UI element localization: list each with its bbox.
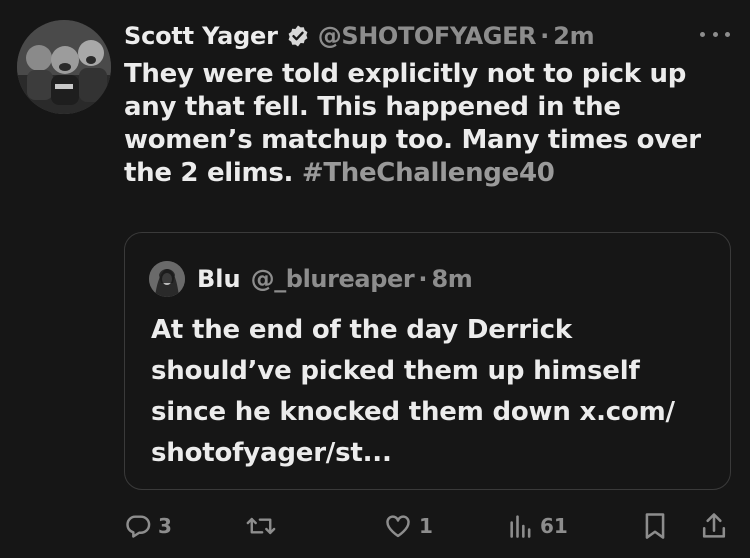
author-handle[interactable]: @SHOTOFYAGER xyxy=(318,22,537,50)
action-bar: 3 1 61 xyxy=(124,506,734,546)
hashtag-link[interactable]: #TheChallenge40 xyxy=(302,158,555,188)
bookmark-button[interactable] xyxy=(642,506,668,546)
reply-count: 3 xyxy=(158,514,172,538)
verified-badge-icon xyxy=(286,24,310,48)
retweet-button[interactable] xyxy=(246,506,282,546)
tweet-time[interactable]: 2m xyxy=(553,22,594,50)
reply-button[interactable]: 3 xyxy=(124,506,172,546)
quoted-author-name: Blu xyxy=(197,265,241,293)
more-icon[interactable] xyxy=(700,24,730,44)
views-icon xyxy=(508,512,534,540)
quoted-separator-dot: · xyxy=(418,265,428,293)
retweet-icon xyxy=(246,512,276,540)
views-count: 61 xyxy=(540,514,568,538)
bookmark-icon xyxy=(642,511,668,541)
quoted-author-avatar xyxy=(149,261,185,297)
quoted-tweet[interactable]: Blu @_blureaper · 8m At the end of the d… xyxy=(124,232,731,490)
quoted-tweet-text: At the end of the day Derrick should’ve … xyxy=(151,315,675,468)
separator-dot: · xyxy=(540,22,550,50)
quoted-author-handle: @_blureaper xyxy=(250,265,415,293)
quoted-tweet-header: Blu @_blureaper · 8m xyxy=(149,261,473,297)
author-name[interactable]: Scott Yager xyxy=(124,22,278,50)
quoted-tweet-time: 8m xyxy=(431,265,473,293)
reply-icon xyxy=(124,512,152,540)
heart-icon xyxy=(383,512,413,540)
avatar-image xyxy=(17,20,111,114)
tweet[interactable]: Scott Yager @SHOTOFYAGER · 2m They were … xyxy=(0,0,750,558)
views-button[interactable]: 61 xyxy=(508,506,568,546)
like-count: 1 xyxy=(419,514,433,538)
author-avatar[interactable] xyxy=(17,20,111,114)
share-button[interactable] xyxy=(700,506,728,546)
tweet-text: They were told explicitly not to pick up… xyxy=(124,58,734,190)
share-icon xyxy=(700,511,728,541)
like-button[interactable]: 1 xyxy=(383,506,433,546)
tweet-header: Scott Yager @SHOTOFYAGER · 2m xyxy=(124,17,595,55)
